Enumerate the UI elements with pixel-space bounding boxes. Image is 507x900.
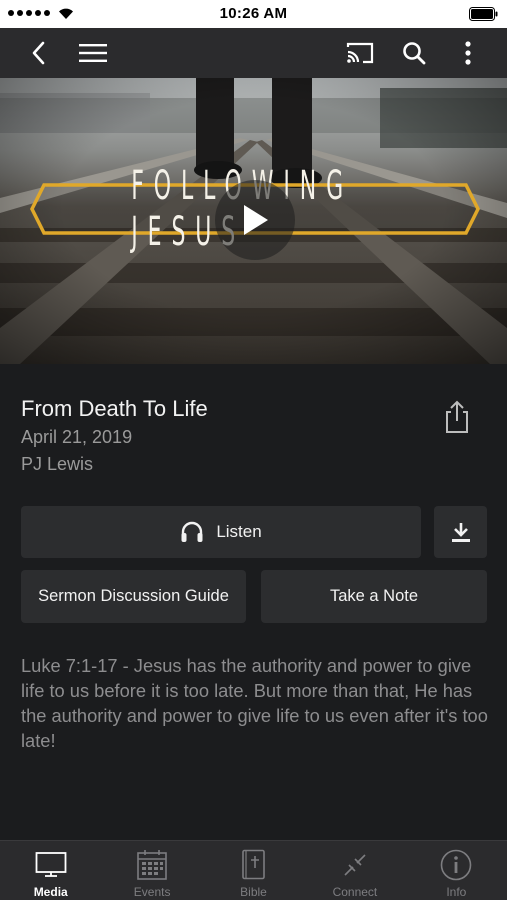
take-a-note-button[interactable]: Take a Note	[261, 570, 487, 623]
sermon-discussion-guide-button[interactable]: Sermon Discussion Guide	[21, 570, 246, 623]
calendar-icon	[137, 850, 167, 880]
play-icon	[244, 205, 268, 235]
sermon-description: Luke 7:1-17 - Jesus has the authority an…	[21, 655, 488, 751]
more-options-button[interactable]	[446, 28, 490, 78]
sermon-video-hero[interactable]: FOLLOWING JESUS	[0, 78, 507, 364]
tab-label: Media	[33, 885, 68, 899]
sermon-title: From Death To Life	[21, 396, 208, 421]
share-button[interactable]	[440, 399, 474, 435]
more-vertical-icon	[465, 41, 471, 65]
tab-events[interactable]: Events	[101, 841, 202, 900]
sermon-details: From Death To Life April 21, 2019 PJ Lew…	[0, 364, 507, 840]
tab-info[interactable]: Info	[406, 841, 507, 900]
tv-icon	[35, 852, 67, 877]
tab-bar: Media Events Bible Connect Info	[0, 840, 507, 900]
chevron-left-icon	[32, 41, 45, 65]
listen-label: Listen	[216, 522, 262, 541]
sermon-date: April 21, 2019	[21, 427, 133, 447]
connect-icon	[344, 854, 366, 876]
bible-icon	[241, 849, 265, 880]
search-icon	[403, 42, 426, 65]
search-button[interactable]	[392, 28, 436, 78]
info-icon	[441, 849, 472, 881]
tab-media[interactable]: Media	[0, 841, 101, 900]
cast-button[interactable]	[338, 28, 382, 78]
headphones-icon	[181, 521, 203, 542]
listen-button[interactable]: Listen	[21, 506, 421, 558]
status-time: 10:26 AM	[219, 5, 288, 22]
sermon-speaker: PJ Lewis	[21, 454, 94, 474]
cast-icon	[346, 42, 374, 64]
battery-icon	[469, 7, 498, 21]
share-icon	[446, 400, 468, 433]
navigation-bar	[0, 28, 507, 78]
download-icon	[451, 523, 470, 542]
back-button[interactable]	[16, 28, 60, 78]
download-button[interactable]	[434, 506, 487, 558]
tab-label: Bible	[240, 885, 267, 899]
tab-label: Info	[446, 885, 467, 899]
menu-button[interactable]	[71, 28, 115, 78]
status-bar: 10:26 AM	[0, 0, 507, 28]
tab-label: Connect	[332, 885, 378, 899]
tab-connect[interactable]: Connect	[304, 841, 405, 900]
play-button[interactable]	[215, 180, 295, 260]
menu-icon	[79, 44, 107, 62]
tab-label: Events	[133, 885, 171, 899]
tab-bible[interactable]: Bible	[203, 841, 304, 900]
